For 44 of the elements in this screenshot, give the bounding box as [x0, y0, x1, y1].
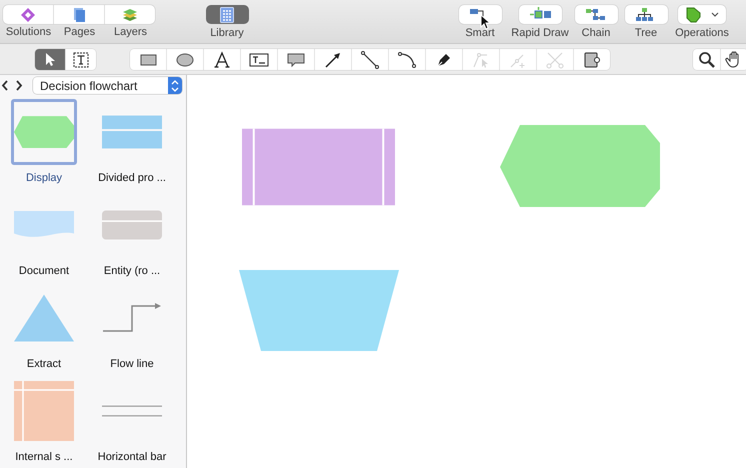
chevron-updown-icon: [171, 80, 179, 92]
flow-line-icon: [103, 302, 161, 334]
library-button[interactable]: [206, 5, 248, 24]
search-icon: [696, 50, 716, 70]
grid-icon: [220, 6, 234, 22]
button-label: Smart: [465, 27, 495, 39]
internal-storage-icon: [14, 381, 74, 441]
triangle-icon: [14, 293, 74, 343]
entity-shape-icon: [102, 210, 162, 240]
forward-icon: [16, 80, 23, 91]
library-dropdown[interactable]: Decision flowchart: [33, 77, 182, 94]
letter-icon: [212, 50, 232, 70]
button-label: Solutions: [4, 26, 52, 38]
caret-icon: [711, 12, 719, 18]
button-label: Tree: [634, 27, 658, 39]
divided-process-icon: [102, 115, 162, 149]
button-label: Chain: [582, 27, 610, 39]
horizontal-bar-icon: [102, 405, 162, 417]
toolbar-button[interactable]: [624, 5, 668, 24]
button-label: Pages: [62, 26, 96, 38]
cursor-icon: [480, 14, 491, 30]
layers-icon: [122, 6, 138, 22]
button-label: Rapid Draw: [511, 27, 569, 39]
shape-label: Extract: [26, 358, 62, 370]
shape-label: Display: [26, 172, 62, 184]
chain-icon: [585, 6, 607, 22]
shape-thumbnail[interactable]: [11, 99, 77, 165]
scissors-icon: [545, 50, 565, 70]
shape-label: Divided pro ...: [98, 172, 166, 184]
shape-thumbnail[interactable]: [11, 378, 77, 444]
pages-icon: [71, 6, 87, 22]
shape-label: Flow line: [110, 358, 154, 370]
button-label: Layers: [112, 26, 148, 38]
toolbar-button[interactable]: [458, 5, 502, 24]
display-shape-icon: [14, 115, 74, 149]
shape-label: Internal s ...: [15, 451, 73, 463]
button-label: Library: [210, 27, 244, 39]
back-icon: [1, 80, 8, 91]
button-label: Operations: [675, 27, 729, 39]
shape-label: Horizontal bar: [98, 451, 166, 463]
shape-label: Document: [18, 265, 70, 277]
text-box-icon: [71, 50, 91, 70]
shape-label: Entity (ro ...: [104, 265, 160, 277]
document-shape-icon: [14, 210, 74, 240]
